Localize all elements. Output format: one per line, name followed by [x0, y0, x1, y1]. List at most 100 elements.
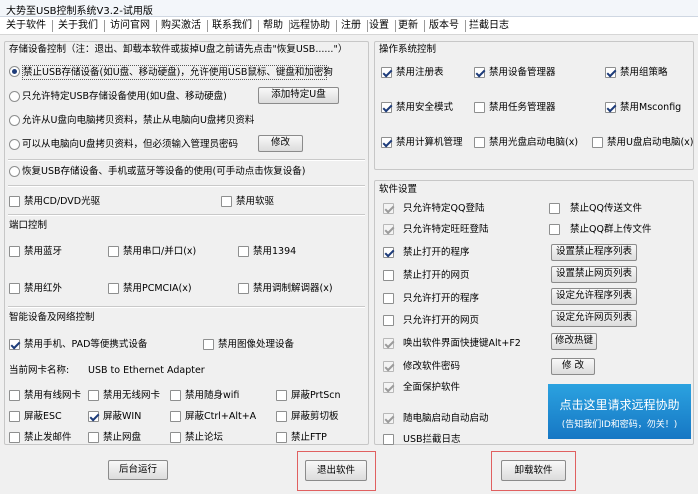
usb-log-checkbox[interactable]	[383, 434, 394, 445]
menu-buy[interactable]: 购买激活	[161, 19, 208, 33]
block-clipboard-checkbox[interactable]	[276, 411, 287, 422]
disable-1394-checkbox[interactable]	[238, 246, 249, 257]
autostart-checkbox[interactable]	[383, 413, 394, 424]
block-programs-checkbox[interactable]	[383, 247, 394, 258]
disable-msconfig-checkbox[interactable]	[605, 102, 616, 113]
software-section-title: 软件设置	[379, 184, 418, 195]
block-ctrl-alt-a-label: 屏蔽Ctrl+Alt+A	[185, 411, 257, 422]
disable-computer-management-checkbox[interactable]	[381, 137, 392, 148]
allow-programs-checkbox[interactable]	[383, 293, 394, 304]
block-ctrl-alt-a-checkbox[interactable]	[170, 411, 181, 422]
modify-password-software-button[interactable]: 修 改	[551, 358, 595, 375]
disable-device-manager-checkbox[interactable]	[474, 67, 485, 78]
disable-safe-mode-checkbox[interactable]	[381, 102, 392, 113]
block-forum-checkbox[interactable]	[170, 432, 181, 443]
disable-floppy-label: 禁用软驱	[236, 196, 275, 207]
menu-settings[interactable]: 设置	[369, 19, 396, 33]
block-win-checkbox[interactable]	[88, 411, 99, 422]
allow-programs-label: 只允许打开的程序	[403, 293, 480, 304]
allow-webpages-label: 只允许打开的网页	[403, 315, 480, 326]
block-esc-checkbox[interactable]	[9, 411, 20, 422]
background-run-button[interactable]: 后台运行	[108, 460, 168, 480]
storage-option-1-radio[interactable]	[9, 66, 20, 77]
disable-bluetooth-checkbox[interactable]	[9, 246, 20, 257]
allow-webpages-checkbox[interactable]	[383, 315, 394, 326]
block-qq-file-checkbox[interactable]	[549, 203, 560, 214]
block-qq-group-upload-checkbox[interactable]	[549, 224, 560, 235]
menu-block-log[interactable]: 拦截日志	[469, 19, 509, 33]
block-prtscn-checkbox[interactable]	[276, 390, 287, 401]
menu-remote[interactable]: 远程协助	[290, 19, 337, 33]
change-password-checkbox[interactable]	[383, 361, 394, 372]
disable-image-device-checkbox[interactable]	[203, 339, 214, 350]
disable-group-policy-checkbox[interactable]	[605, 67, 616, 78]
block-email-label: 禁止发邮件	[24, 432, 72, 443]
menu-update[interactable]: 更新	[398, 19, 425, 33]
storage-option-5-radio[interactable]	[9, 166, 20, 177]
storage-option-1-label: 禁止USB存储设备(如U盘、移动硬盘)，允许使用USB鼠标、键盘和加密狗	[22, 65, 333, 80]
disable-wired-nic-checkbox[interactable]	[9, 390, 20, 401]
modify-password-button[interactable]: 修改	[258, 135, 303, 152]
allow-specific-qq-checkbox[interactable]	[383, 203, 394, 214]
disable-image-device-label: 禁用图像处理设备	[218, 339, 295, 350]
block-email-checkbox[interactable]	[9, 432, 20, 443]
block-qq-group-upload-label: 禁止QQ群上传文件	[570, 224, 652, 235]
set-block-program-list-button[interactable]: 设置禁止程序列表	[551, 244, 637, 261]
menu-version[interactable]: 版本号	[429, 19, 466, 33]
menu-register[interactable]: 注册	[341, 19, 368, 33]
disable-task-manager-checkbox[interactable]	[474, 102, 485, 113]
remote-assist-line2: (告知我们ID和密码，勿关！)	[561, 420, 678, 430]
disable-serial-port-checkbox[interactable]	[108, 246, 119, 257]
disable-modem-checkbox[interactable]	[238, 283, 249, 294]
set-allow-program-list-button[interactable]: 设定允许程序列表	[551, 288, 637, 305]
nic-value: USB to Ethernet Adapter	[88, 365, 205, 376]
remote-assist-banner[interactable]: 点击这里请求远程协助 (告知我们ID和密码，勿关！)	[548, 384, 691, 439]
os-section-title: 操作系统控制	[379, 44, 437, 55]
disable-pcmcia-checkbox[interactable]	[108, 283, 119, 294]
disable-cd-label: 禁用CD/DVD光驱	[24, 196, 101, 207]
disable-cd-checkbox[interactable]	[9, 196, 20, 207]
menu-contact[interactable]: 联系我们	[212, 19, 259, 33]
disable-safe-mode-label: 禁用安全模式	[396, 102, 454, 113]
block-qq-file-label: 禁止QQ传送文件	[570, 203, 642, 214]
disable-registry-checkbox[interactable]	[381, 67, 392, 78]
nic-label: 当前网卡名称:	[9, 365, 70, 376]
storage-option-4-radio[interactable]	[9, 139, 20, 150]
disable-portable-wifi-label: 禁用随身wifi	[185, 390, 240, 401]
add-specific-usb-button[interactable]: 添加特定U盘	[258, 87, 339, 104]
disable-cd-boot-checkbox[interactable]	[474, 137, 485, 148]
storage-option-5-label: 恢复USB存储设备、手机或蓝牙等设备的使用(可手动点击恢复设备)	[22, 166, 306, 177]
full-protect-checkbox[interactable]	[383, 382, 394, 393]
modify-hotkey-button[interactable]: 修改热键	[551, 333, 597, 350]
disable-wired-nic-label: 禁用有线网卡	[24, 390, 82, 401]
block-ftp-checkbox[interactable]	[276, 432, 287, 443]
set-allow-webpage-list-button[interactable]: 设定允许网页列表	[551, 310, 637, 327]
set-block-webpage-list-button[interactable]: 设置禁止网页列表	[551, 266, 637, 283]
divider	[8, 306, 365, 308]
disable-wireless-nic-checkbox[interactable]	[88, 390, 99, 401]
disable-cd-boot-label: 禁用光盘启动电脑(x)	[489, 137, 579, 148]
menu-about-us[interactable]: 关于我们	[58, 19, 105, 33]
allow-specific-wangwang-checkbox[interactable]	[383, 224, 394, 235]
block-programs-label: 禁止打开的程序	[403, 247, 470, 258]
menu-visit-site[interactable]: 访问官网	[110, 19, 157, 33]
menu-help[interactable]: 帮助	[263, 19, 290, 33]
exit-software-button[interactable]: 退出软件	[305, 460, 367, 481]
port-section-title: 端口控制	[9, 220, 48, 231]
disable-infrared-checkbox[interactable]	[9, 283, 20, 294]
divider	[8, 185, 365, 187]
storage-option-2-radio[interactable]	[9, 91, 20, 102]
disable-portable-wifi-checkbox[interactable]	[170, 390, 181, 401]
disable-serial-port-label: 禁用串口/并口(x)	[123, 246, 197, 257]
disable-usb-boot-checkbox[interactable]	[592, 137, 603, 148]
disable-phone-checkbox[interactable]	[9, 339, 20, 350]
uninstall-software-button[interactable]: 卸载软件	[501, 460, 566, 481]
disable-msconfig-label: 禁用Msconfig	[620, 102, 682, 113]
menu-about-software[interactable]: 关于软件	[6, 19, 53, 33]
block-netdisk-checkbox[interactable]	[88, 432, 99, 443]
block-webpages-checkbox[interactable]	[383, 270, 394, 281]
block-netdisk-label: 禁止网盘	[103, 432, 142, 443]
disable-floppy-checkbox[interactable]	[221, 196, 232, 207]
hotkey-checkbox[interactable]	[383, 338, 394, 349]
storage-option-3-radio[interactable]	[9, 115, 20, 126]
